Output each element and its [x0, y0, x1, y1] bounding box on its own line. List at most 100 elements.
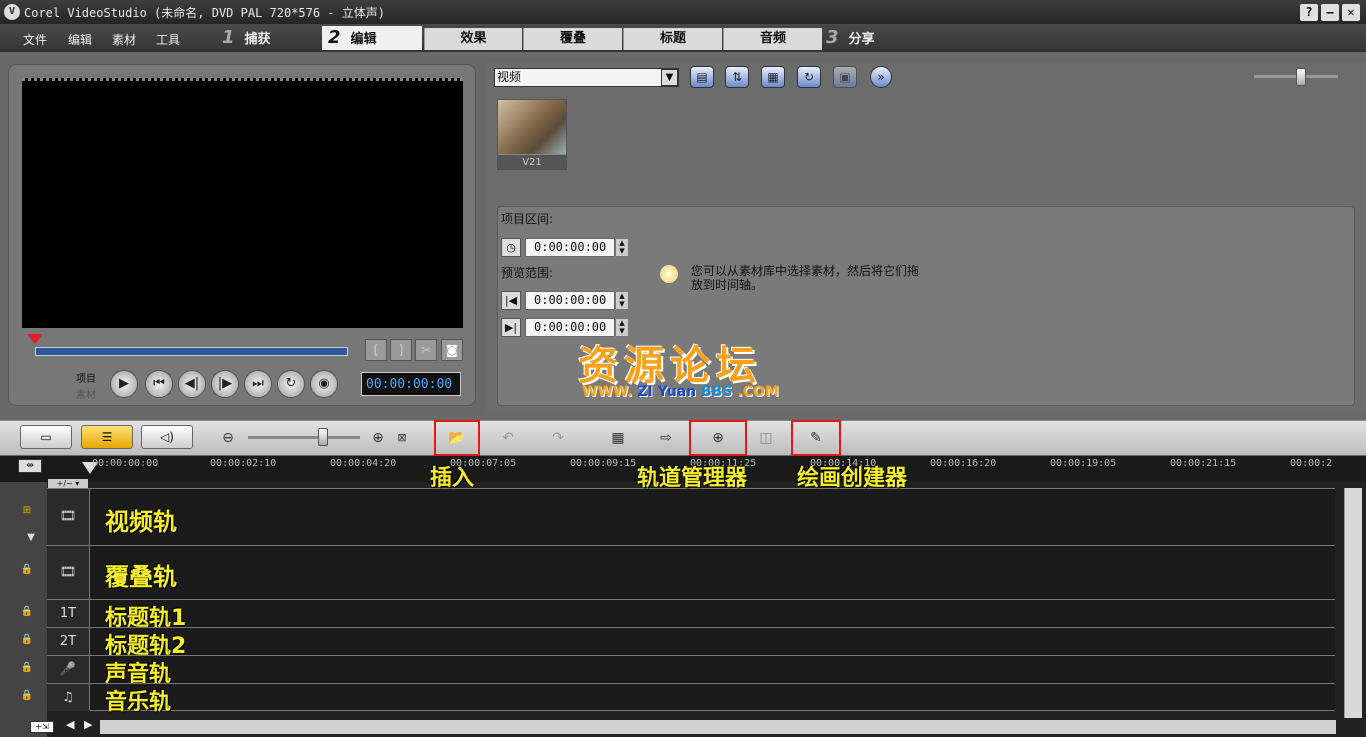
- repeat-button[interactable]: ↻: [277, 370, 305, 398]
- add-marker-icon[interactable]: +⇲: [30, 721, 54, 733]
- tab-share[interactable]: 3 分享: [826, 26, 926, 50]
- duration-field[interactable]: 0:00:00:00: [525, 238, 615, 257]
- import-icon[interactable]: ▣: [833, 66, 857, 88]
- video-track-label: 视频轨: [105, 508, 177, 536]
- title-track-2-icon: 2T: [47, 628, 90, 655]
- music-track[interactable]: [47, 683, 1335, 711]
- mark-in-button[interactable]: [: [365, 339, 387, 361]
- watermark-title: 资源论坛: [578, 343, 762, 389]
- timeline-horizontal-scrollbar[interactable]: [100, 720, 1336, 734]
- mark-out-button[interactable]: ]: [390, 339, 412, 361]
- play-button[interactable]: ▶: [110, 370, 138, 398]
- menu-file[interactable]: 文件: [23, 31, 47, 48]
- menu-clip[interactable]: 素材: [112, 31, 136, 48]
- batch-convert-icon[interactable]: ⇨: [652, 426, 680, 450]
- zoom-out-icon[interactable]: ⊖: [218, 426, 238, 450]
- track-manager-button[interactable]: ⊕: [689, 420, 747, 456]
- step-number: 3: [826, 27, 839, 48]
- music-track-label: 音乐轨: [105, 690, 172, 715]
- video-track-icon: 🎞: [47, 489, 90, 545]
- start-time-stepper[interactable]: ▲ ▼: [615, 291, 629, 310]
- timeline-view-button[interactable]: ☰: [81, 425, 133, 449]
- audio-view-button[interactable]: ◁): [141, 425, 193, 449]
- chevron-down-icon[interactable]: ▼: [661, 69, 678, 86]
- paint-creator-annotation: 绘画创建器: [797, 466, 908, 491]
- storyboard-view-button[interactable]: ▭: [20, 425, 72, 449]
- ruler-tick: 00:00:21:15: [1170, 458, 1237, 469]
- fit-project-icon[interactable]: ⊠: [393, 426, 411, 450]
- voice-track[interactable]: [47, 655, 1335, 683]
- timeline-vertical-scrollbar[interactable]: [1344, 488, 1362, 718]
- window-title: Corel VideoStudio (未命名, DVD PAL 720*576 …: [24, 6, 385, 20]
- lock-icon[interactable]: 🔒: [20, 634, 34, 648]
- cut-clip-button[interactable]: ✂: [415, 339, 437, 361]
- redo-icon[interactable]: ↷: [544, 426, 572, 450]
- voice-track-icon: 🎤: [47, 656, 90, 683]
- thumbnail-label: V21: [498, 155, 566, 170]
- lock-icon[interactable]: ⊞: [20, 505, 34, 519]
- tab-audio[interactable]: 音频: [723, 28, 822, 50]
- scroll-right-icon[interactable]: ▶: [84, 718, 92, 731]
- overlay-track[interactable]: [47, 545, 1335, 599]
- menu-edit[interactable]: 编辑: [68, 31, 92, 48]
- scrub-bar[interactable]: [35, 347, 348, 356]
- minimize-button[interactable]: –: [1321, 4, 1339, 21]
- close-button[interactable]: ✕: [1342, 4, 1360, 21]
- view-icon[interactable]: ▦: [761, 66, 785, 88]
- next-frame-button[interactable]: |▶: [211, 370, 239, 398]
- paint-creator-button[interactable]: ✎: [791, 420, 841, 456]
- tab-capture[interactable]: 1 捕获: [222, 26, 318, 50]
- refresh-icon[interactable]: ↻: [797, 66, 821, 88]
- zoom-in-icon[interactable]: ⊕: [368, 426, 388, 450]
- scroll-left-icon[interactable]: ◀: [66, 718, 74, 731]
- enlarge-preview-button[interactable]: ◙: [441, 339, 463, 361]
- video-track[interactable]: [47, 488, 1335, 545]
- volume-button[interactable]: ◉: [310, 370, 338, 398]
- project-range-label: 项目区间:: [501, 212, 554, 226]
- track-menu-icon[interactable]: ▼: [24, 532, 38, 546]
- step-number: 1: [222, 27, 235, 48]
- tab-label: 捕获: [244, 32, 271, 47]
- zoom-slider[interactable]: [248, 436, 360, 439]
- tab-title[interactable]: 标题: [623, 28, 722, 50]
- home-button[interactable]: ⏮: [145, 370, 173, 398]
- tab-edit[interactable]: 2 编辑: [322, 26, 422, 50]
- ruler-tick: 00:00:02:10: [210, 458, 277, 469]
- start-time-field[interactable]: 0:00:00:00: [525, 291, 615, 310]
- folder-icon[interactable]: ▤: [690, 66, 714, 88]
- insert-media-button[interactable]: 📂: [434, 420, 480, 456]
- help-button[interactable]: ?: [1300, 4, 1318, 21]
- title-track-2[interactable]: [47, 627, 1335, 655]
- scrub-marker-icon[interactable]: [27, 334, 43, 344]
- lock-icon[interactable]: 🔒: [20, 662, 34, 676]
- tab-label: 分享: [848, 32, 875, 47]
- lock-icon[interactable]: 🔒: [20, 690, 34, 704]
- previous-frame-button[interactable]: ◀|: [178, 370, 206, 398]
- fit-timeline-icon[interactable]: ⇹: [18, 459, 42, 473]
- end-button[interactable]: ⏭: [244, 370, 272, 398]
- undo-icon[interactable]: ↶: [494, 426, 522, 450]
- smart-proxy-icon[interactable]: ▦: [604, 426, 632, 450]
- tab-overlay[interactable]: 覆叠: [523, 28, 622, 50]
- lightbulb-icon: [660, 265, 678, 283]
- end-marker-icon: ▶|: [501, 318, 521, 337]
- menu-tools[interactable]: 工具: [156, 31, 180, 48]
- tab-effects[interactable]: 效果: [424, 28, 522, 50]
- thumbnail-size-thumb[interactable]: [1296, 68, 1306, 86]
- expand-icon[interactable]: »: [870, 66, 892, 88]
- lock-icon[interactable]: 🔒: [20, 564, 34, 578]
- title-track-1[interactable]: [47, 599, 1335, 627]
- title-track-1-icon: 1T: [47, 600, 90, 627]
- duration-stepper[interactable]: ▲ ▼: [615, 238, 629, 257]
- library-category-select[interactable]: 视频: [494, 68, 679, 87]
- thumbnail-image: [498, 100, 566, 154]
- zoom-slider-thumb[interactable]: [318, 428, 328, 446]
- sort-icon[interactable]: ⇅: [725, 66, 749, 88]
- clip-mode-label[interactable]: 素材: [76, 386, 96, 401]
- title-bar: V Corel VideoStudio (未命名, DVD PAL 720*57…: [0, 0, 1366, 24]
- lock-icon[interactable]: 🔒: [20, 606, 34, 620]
- timecode-display[interactable]: 00:00:00:00: [361, 372, 461, 396]
- chapter-point-icon[interactable]: ◫: [752, 426, 780, 450]
- overlay-track-icon: 🎞: [47, 546, 90, 599]
- project-mode-label[interactable]: 项目: [76, 370, 96, 385]
